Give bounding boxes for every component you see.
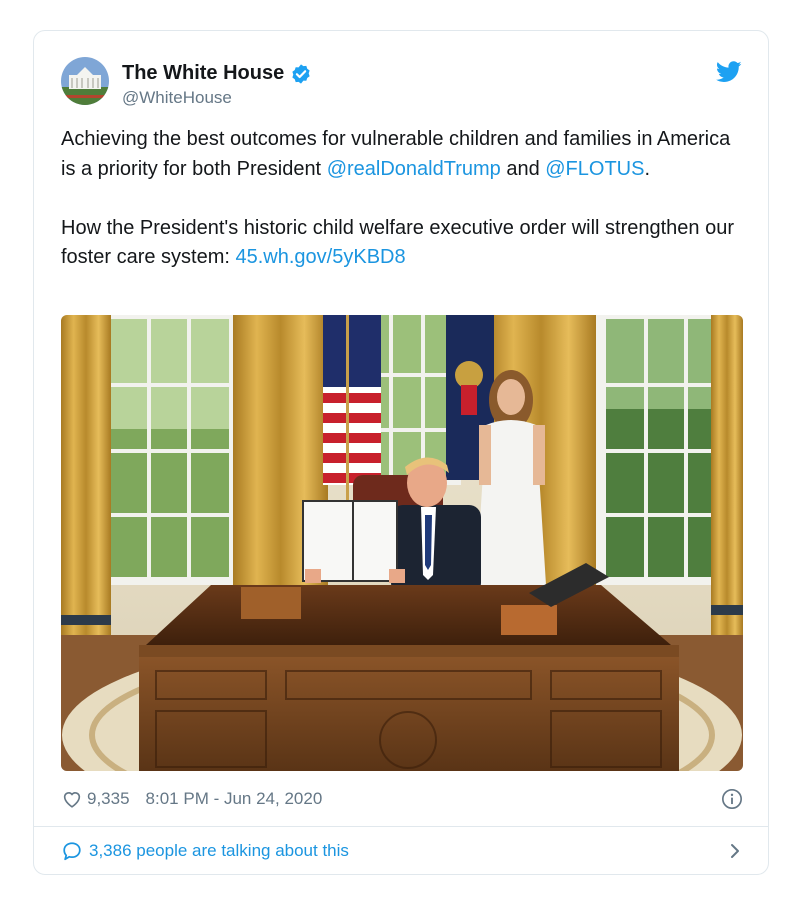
heart-icon	[63, 792, 81, 808]
twitter-bird-icon[interactable]	[716, 61, 742, 83]
tweet-meta: 9,335 8:01 PM - Jun 24, 2020	[61, 786, 743, 812]
talking-count: 3,386 people are talking about this	[89, 841, 349, 860]
tweet-photo[interactable]	[61, 315, 743, 771]
mention-realdonaldtrump[interactable]: @realDonaldTrump	[327, 158, 501, 180]
tweet-paragraph-2: How the President's historic child welfa…	[61, 214, 741, 273]
like-count: 9,335	[87, 789, 130, 808]
tweet-paragraph-1: Achieving the best outcomes for vulnerab…	[61, 125, 741, 184]
info-icon[interactable]	[721, 788, 743, 810]
timestamp[interactable]: 8:01 PM - Jun 24, 2020	[146, 789, 323, 809]
chevron-right-icon	[731, 844, 739, 858]
handle[interactable]: @WhiteHouse	[122, 88, 232, 108]
text-segment: and	[500, 157, 546, 180]
like-button[interactable]: 9,335	[61, 788, 146, 810]
name-row: The White House	[122, 62, 312, 85]
tweet-text: Achieving the best outcomes for vulnerab…	[61, 125, 741, 273]
conversation-link[interactable]: 3,386 people are talking about this	[61, 838, 743, 864]
mention-flotus[interactable]: @FLOTUS	[545, 158, 644, 180]
tweet-card: The White House @WhiteHouse Achieving th…	[33, 30, 769, 875]
tweet-link[interactable]: 45.wh.gov/5yKBD8	[236, 246, 406, 268]
divider	[34, 826, 768, 827]
verified-badge-icon	[292, 63, 310, 84]
text-segment: .	[644, 157, 651, 180]
avatar[interactable]	[61, 57, 109, 105]
speech-bubble-icon	[63, 842, 81, 861]
display-name[interactable]: The White House	[122, 62, 284, 85]
